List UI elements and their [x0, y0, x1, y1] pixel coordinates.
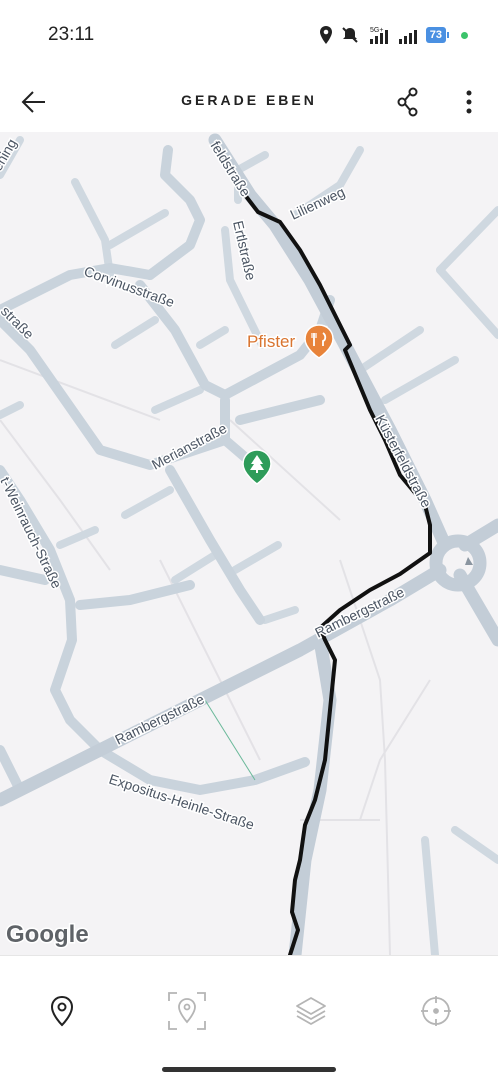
- poi-label-pfister[interactable]: Pfister: [246, 331, 298, 353]
- focus-location-button[interactable]: [162, 986, 212, 1036]
- share-button[interactable]: [388, 82, 428, 122]
- status-icons: 5G+ 73: [318, 22, 468, 48]
- crosshair-button[interactable]: [411, 986, 461, 1036]
- crosshair-icon: [421, 996, 451, 1026]
- battery-tip: [447, 32, 449, 38]
- layers-button[interactable]: [286, 986, 336, 1036]
- app-bar: GERADE EBEN: [0, 70, 498, 132]
- location-icon: [319, 26, 332, 44]
- map-view[interactable]: feldstraße Lilienweg Ertlstraße Corvinus…: [0, 132, 498, 955]
- mute-icon: [342, 27, 358, 43]
- location-pin-button[interactable]: [37, 986, 87, 1036]
- status-time: 23:11: [48, 24, 95, 45]
- more-options-button[interactable]: [449, 82, 489, 122]
- privacy-indicator-dot: [461, 31, 468, 39]
- map-canvas[interactable]: feldstraße Lilienweg Ertlstraße Corvinus…: [0, 132, 498, 955]
- signal-icon: [398, 30, 417, 44]
- share-icon: [397, 87, 418, 117]
- focus-location-icon: [168, 992, 206, 1030]
- layers-icon: [296, 997, 326, 1025]
- network-label: 5G+: [370, 27, 383, 34]
- location-pin-icon: [50, 995, 74, 1027]
- google-attribution: Google: [6, 921, 89, 948]
- status-bar: 23:11 5G+ 73: [0, 0, 498, 70]
- bottom-toolbar: [0, 955, 498, 1081]
- signal-5g-icon: 5G+: [369, 27, 388, 44]
- battery-level: 73: [425, 27, 446, 43]
- battery-indicator: 73: [425, 27, 449, 43]
- home-indicator[interactable]: [162, 1067, 336, 1072]
- more-vert-icon: [466, 90, 472, 114]
